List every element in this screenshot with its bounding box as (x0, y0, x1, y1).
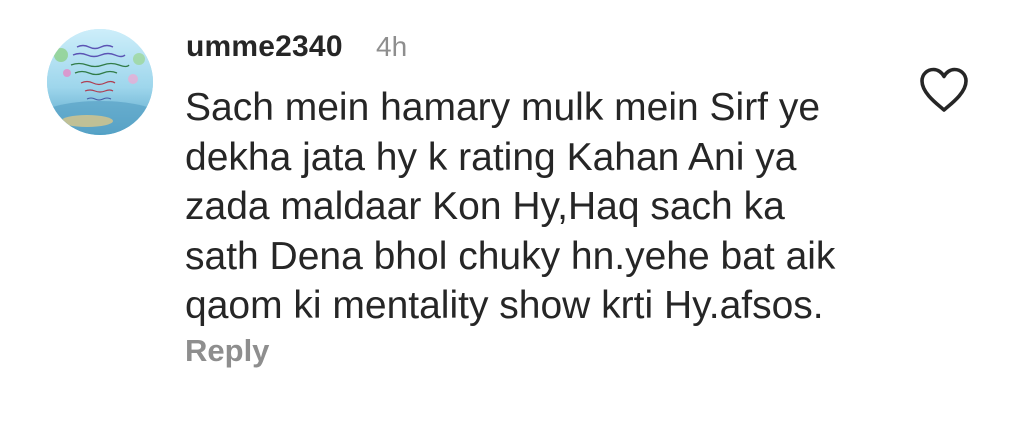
timestamp: 4h (376, 31, 408, 62)
comment-text-line: Sach mein hamary mulk mein Sirf ye (185, 86, 821, 129)
comment-text-line: sath Dena bhol chuky hn.yehe bat aik (185, 234, 836, 278)
comment-text-line: qaom ki mentality show krti Hy.afsos. (185, 284, 824, 327)
comment-text-line: zada maldaar Kon Hy,Haq sach ka (185, 185, 785, 228)
avatar[interactable] (47, 29, 153, 135)
username[interactable]: umme2340 (186, 30, 343, 64)
comment-item: umme2340 4h Sach mein hamary mulk mein S… (0, 0, 1024, 423)
reply-button[interactable]: Reply (185, 333, 269, 369)
heart-outline-icon (920, 67, 968, 112)
like-button[interactable] (918, 66, 970, 114)
comment-text-line: dekha jata hy k rating Kahan Ani ya (185, 135, 797, 179)
avatar-image (47, 29, 153, 135)
comment-text: Sach mein hamary mulk mein Sirf ye dekha… (185, 83, 905, 331)
